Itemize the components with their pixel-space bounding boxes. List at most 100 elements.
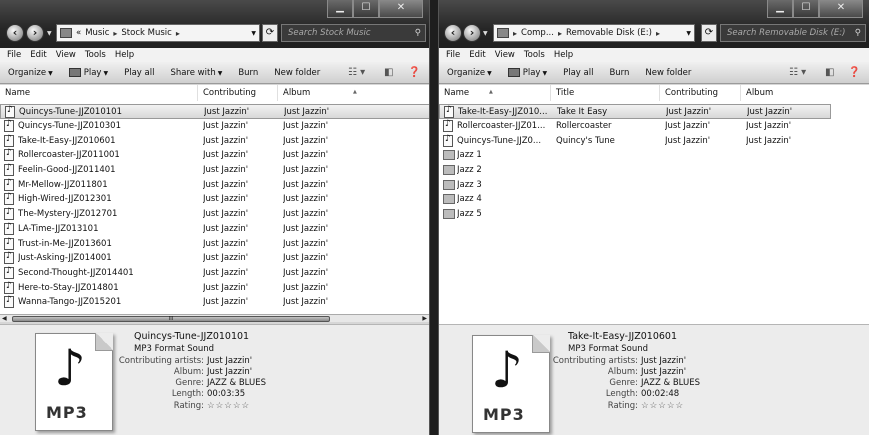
forward-button[interactable]: › <box>26 24 44 42</box>
column-header-title[interactable]: Title <box>551 85 660 101</box>
table-row[interactable]: Here-to-Stay-JJZ014801 Just Jazzin' Just J… <box>0 281 429 296</box>
breadcrumb-removable-disk[interactable]: Removable Disk (E:) <box>566 28 652 38</box>
breadcrumb-separator-icon[interactable]: ▸ <box>513 29 517 38</box>
folder-row[interactable]: Jazz 4 <box>439 192 831 207</box>
audio-file-icon <box>4 119 14 132</box>
burn-button[interactable]: Burn <box>238 68 258 78</box>
table-row[interactable]: Just-Asking-JJZ014001 Just Jazzin' Just Ja… <box>0 251 429 266</box>
forward-button[interactable]: › <box>463 24 481 42</box>
column-header-name[interactable]: Name <box>0 85 198 101</box>
table-row[interactable]: The-Mystery-JJZ012701 Just Jazzin' Just Ja… <box>0 207 429 222</box>
new-folder-button[interactable]: New folder <box>274 68 320 78</box>
breadcrumb-computer[interactable]: Comp... <box>521 28 554 38</box>
menu-help[interactable]: Help <box>554 50 573 60</box>
scrollbar-thumb[interactable]: III <box>12 316 330 322</box>
search-input[interactable]: Search Removable Disk (E:) ⚲ <box>720 24 866 42</box>
help-icon[interactable]: ❓ <box>848 67 860 78</box>
column-header-album[interactable]: Album <box>741 85 869 101</box>
mp3-file-icon: ♪ MP3 <box>35 333 113 431</box>
album: Just Jazzin' <box>283 165 329 176</box>
menu-file[interactable]: File <box>446 50 460 60</box>
burn-button[interactable]: Burn <box>609 68 629 78</box>
column-header-contributing-artists[interactable]: Contributing artists <box>660 85 741 114</box>
file-name: Mr-Mellow-JJZ011801 <box>18 179 108 190</box>
address-overflow[interactable]: « <box>76 28 81 38</box>
change-view-icon[interactable]: ☷ ▾ <box>348 67 365 78</box>
table-row[interactable]: Take-It-Easy-JJZ010601 Just Jazzin' Just J… <box>0 134 429 149</box>
table-row[interactable]: Second-Thought-JJZ014401 Just Jazzin' Just… <box>0 266 429 281</box>
chevron-down-icon[interactable]: ▼ <box>686 30 691 37</box>
menu-edit[interactable]: Edit <box>469 50 485 60</box>
chevron-down-icon[interactable]: ▼ <box>251 30 256 37</box>
table-row[interactable]: Trust-in-Me-JJZ013601 Just Jazzin' Just Ja… <box>0 237 429 252</box>
search-icon[interactable]: ⚲ <box>855 25 861 41</box>
maximize-button[interactable]: ☐ <box>793 0 819 18</box>
table-row[interactable]: Quincys-Tune-JJZ0... Quincy's Tune Just Ja… <box>439 134 831 149</box>
breadcrumb-separator-icon[interactable]: ▸ <box>656 29 660 38</box>
breadcrumb-separator-icon[interactable]: ▸ <box>113 29 117 38</box>
address-bar[interactable]: ▸ Comp... ▸ Removable Disk (E:) ▸ ▼ <box>493 24 695 42</box>
column-header-album[interactable]: Album ▲ <box>278 85 429 101</box>
recent-pages-dropdown[interactable]: ▼ <box>47 30 52 37</box>
play-all-button[interactable]: Play all <box>124 68 154 78</box>
rating-stars[interactable]: ☆☆☆☆☆ <box>207 401 250 412</box>
new-folder-button[interactable]: New folder <box>645 68 691 78</box>
table-row[interactable]: Rollercoaster-JJZ011001 Just Jazzin' Just … <box>0 148 429 163</box>
table-row[interactable]: Feelin-Good-JJZ011401 Just Jazzin' Just Ja… <box>0 163 429 178</box>
table-row[interactable]: Mr-Mellow-JJZ011801 Just Jazzin' Just Jazz… <box>0 178 429 193</box>
menu-view[interactable]: View <box>495 50 515 60</box>
folder-row[interactable]: Jazz 1 <box>439 148 831 163</box>
rating-stars[interactable]: ☆☆☆☆☆ <box>641 401 684 412</box>
close-button[interactable]: ✕ <box>819 0 863 18</box>
menu-tools[interactable]: Tools <box>524 50 545 60</box>
horizontal-scrollbar[interactable]: ◀ III ▶ <box>0 314 429 322</box>
table-row[interactable]: Quincys-Tune-JJZ010301 Just Jazzin' Just J… <box>0 119 429 134</box>
menu-edit[interactable]: Edit <box>30 50 46 60</box>
menu-help[interactable]: Help <box>115 50 134 60</box>
maximize-button[interactable]: ☐ <box>353 0 379 18</box>
chevron-down-icon: ▼ <box>542 69 548 77</box>
search-input[interactable]: Search Stock Music ⚲ <box>281 24 426 42</box>
recent-pages-dropdown[interactable]: ▼ <box>483 30 488 37</box>
scroll-right-icon[interactable]: ▶ <box>422 315 427 322</box>
table-row[interactable]: High-Wired-JJZ012301 Just Jazzin' Just Jaz… <box>0 192 429 207</box>
back-button[interactable]: ‹ <box>444 24 462 42</box>
menu-tools[interactable]: Tools <box>85 50 106 60</box>
organize-button[interactable]: Organize ▼ <box>8 68 53 78</box>
folder-row[interactable]: Jazz 3 <box>439 178 831 193</box>
preview-pane-icon[interactable]: ◧ <box>825 67 834 78</box>
share-with-button[interactable]: Share with ▼ <box>170 68 222 78</box>
minimize-button[interactable]: ▁ <box>767 0 793 18</box>
table-row[interactable]: Quincys-Tune-JJZ010101 Just Jazzin' Just J… <box>0 104 429 119</box>
column-header-name[interactable]: Name ▲ <box>439 85 551 101</box>
table-row[interactable]: LA-Time-JJZ013101 Just Jazzin' Just Jazzin… <box>0 222 429 237</box>
folder-row[interactable]: Jazz 2 <box>439 163 831 178</box>
play-all-button[interactable]: Play all <box>563 68 593 78</box>
table-row[interactable]: Rollercoaster-JJZ01... Rollercoaster Just … <box>439 119 831 134</box>
breadcrumb-music[interactable]: Music <box>85 28 109 38</box>
address-bar[interactable]: « Music ▸ Stock Music ▸ ▼ <box>56 24 260 42</box>
organize-button[interactable]: Organize ▼ <box>447 68 492 78</box>
folder-row[interactable]: Jazz 5 <box>439 207 831 222</box>
refresh-button[interactable]: ⟳ <box>262 24 278 42</box>
table-row[interactable]: Wanna-Tango-JJZ015201 Just Jazzin' Just Ja… <box>0 295 429 310</box>
help-icon[interactable]: ❓ <box>408 67 420 78</box>
breadcrumb-separator-icon[interactable]: ▸ <box>176 29 180 38</box>
play-button[interactable]: Play ▼ <box>507 67 548 78</box>
menu-file[interactable]: File <box>7 50 21 60</box>
menu-view[interactable]: View <box>56 50 76 60</box>
close-button[interactable]: ✕ <box>379 0 423 18</box>
table-row[interactable]: Take-It-Easy-JJZ010... Take It Easy Just J… <box>439 104 831 119</box>
column-header-contributing-artists[interactable]: Contributing artists <box>198 85 278 114</box>
play-button[interactable]: Play ▼ <box>68 67 108 78</box>
refresh-button[interactable]: ⟳ <box>701 24 717 42</box>
preview-pane-icon[interactable]: ◧ <box>384 67 393 78</box>
breadcrumb-separator-icon[interactable]: ▸ <box>558 29 562 38</box>
minimize-button[interactable]: ▁ <box>327 0 353 18</box>
details-field-label: Genre: <box>609 378 638 389</box>
breadcrumb-stock-music[interactable]: Stock Music <box>121 28 171 38</box>
scroll-left-icon[interactable]: ◀ <box>2 315 7 322</box>
search-icon[interactable]: ⚲ <box>415 25 421 41</box>
change-view-icon[interactable]: ☷ ▾ <box>789 67 806 78</box>
back-button[interactable]: ‹ <box>6 24 24 42</box>
